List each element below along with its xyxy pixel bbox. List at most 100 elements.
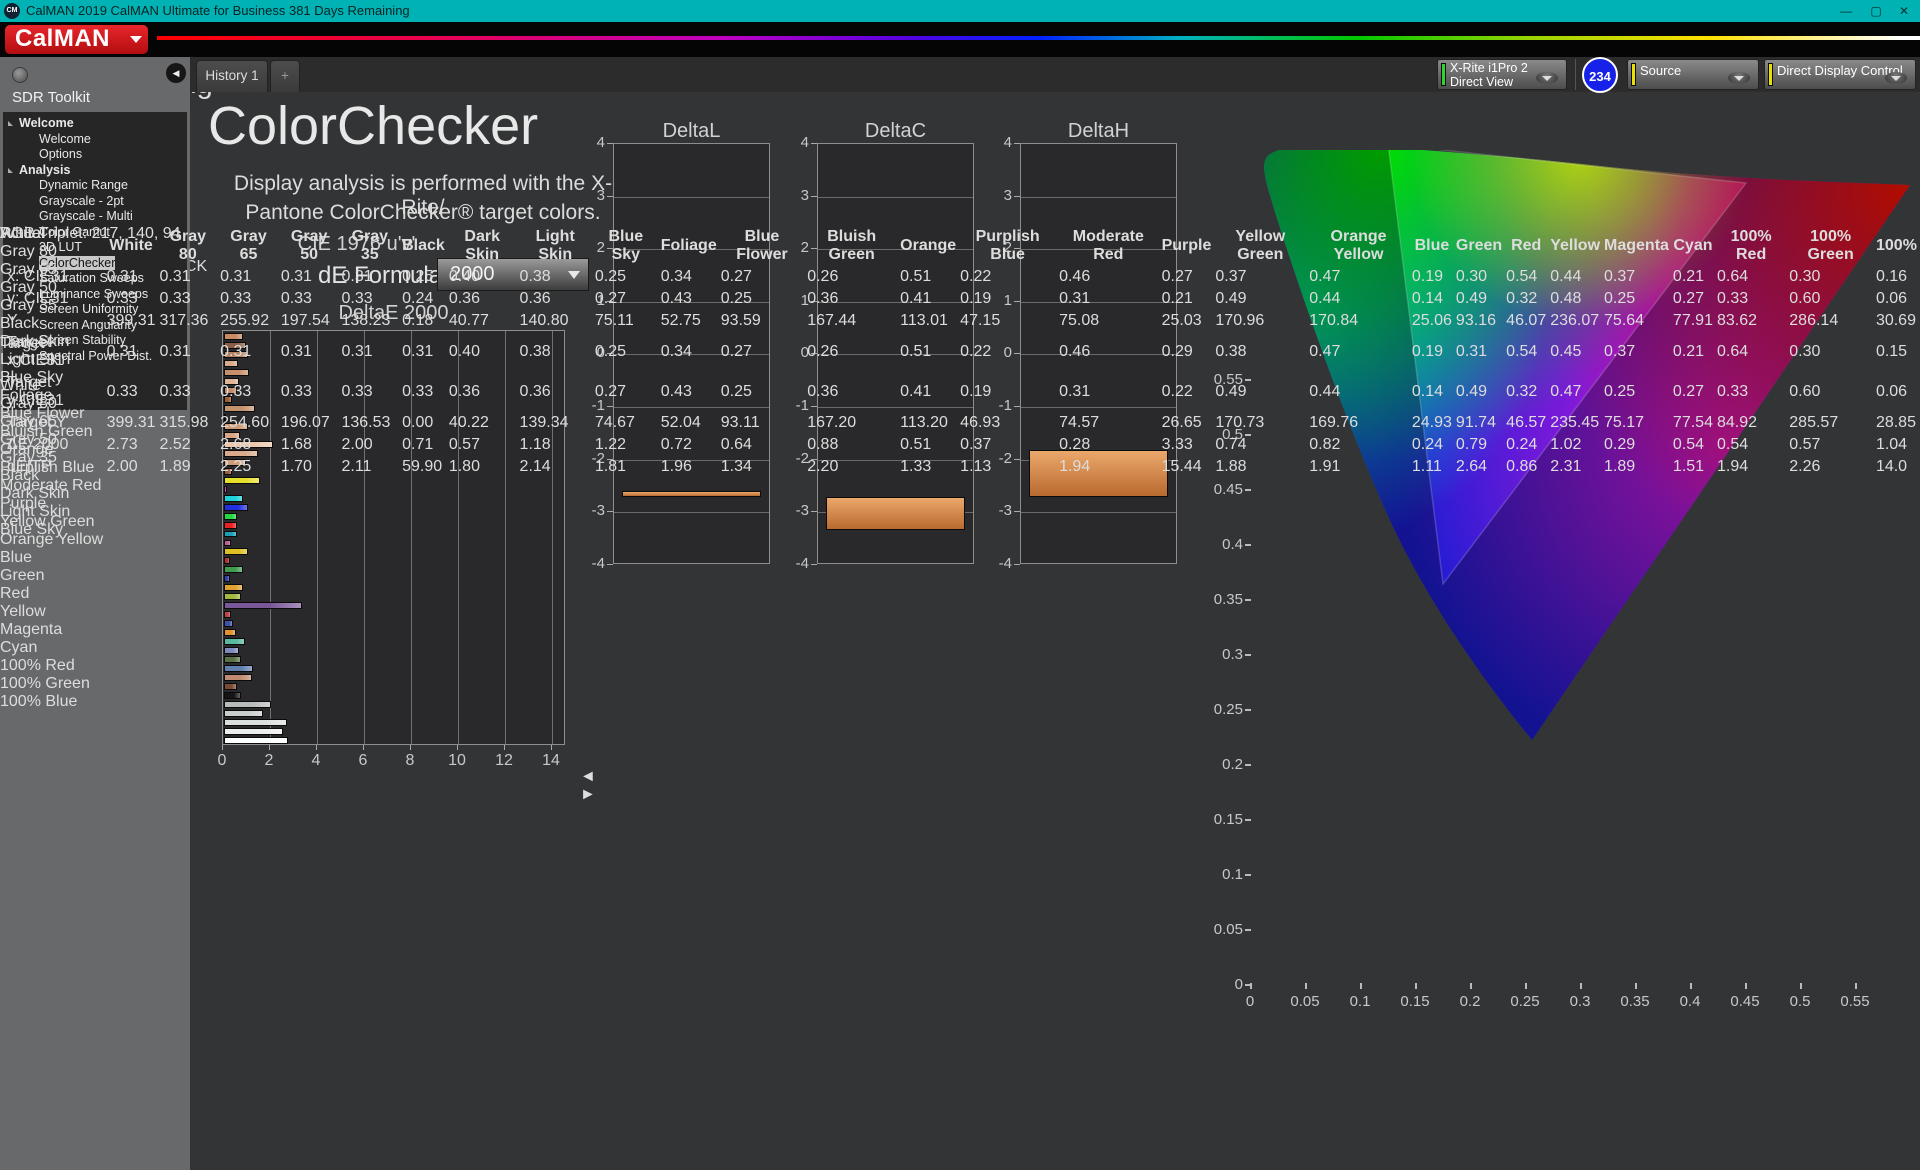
table-cell[interactable]: 1.88	[1214, 457, 1306, 477]
table-cell[interactable]: 2.25	[219, 457, 278, 477]
table-cell[interactable]: 0.36	[519, 289, 592, 309]
table-cell[interactable]: 0.19	[1411, 267, 1453, 287]
table-cell[interactable]: 0.41	[899, 373, 957, 411]
table-cell[interactable]: 47.15	[959, 311, 1056, 331]
table-cell[interactable]: 0.32	[1505, 289, 1547, 309]
table-cell[interactable]: 0.21	[1161, 289, 1213, 309]
table-cell[interactable]: 40.77	[448, 311, 517, 331]
table-cell[interactable]: 2.73	[106, 435, 157, 455]
table-cell[interactable]: 52.75	[660, 311, 718, 331]
column-header-cyan[interactable]: Cyan	[1672, 227, 1714, 265]
table-cell[interactable]: 285.57	[1788, 413, 1873, 433]
table-cell[interactable]: 0.37	[959, 435, 1056, 455]
table-cell[interactable]: 0.47	[1549, 373, 1601, 411]
table-cell[interactable]: 399.31	[106, 311, 157, 331]
table-cell[interactable]: 14.0	[1875, 457, 1918, 477]
table-cell[interactable]: 399.31	[106, 413, 157, 433]
sidebar-item-grayscale-multi[interactable]: Grayscale - Multi	[3, 209, 187, 225]
table-cell[interactable]: 0.79	[1455, 435, 1503, 455]
table-cell[interactable]: 0.24	[401, 289, 446, 309]
source-dropdown[interactable]: Source	[1627, 59, 1759, 90]
scroll-left-icon[interactable]: ◄	[580, 768, 1200, 786]
table-cell[interactable]: 77.91	[1672, 311, 1714, 331]
table-cell[interactable]: 1.34	[720, 457, 804, 477]
table-cell[interactable]: 75.17	[1603, 413, 1670, 433]
table-cell[interactable]: 0.40	[448, 267, 517, 287]
table-cell[interactable]: 170.96	[1214, 311, 1306, 331]
table-cell[interactable]: 0.31	[159, 333, 218, 371]
table-cell[interactable]: 0.19	[959, 373, 1056, 411]
table-cell[interactable]: 30.69	[1875, 311, 1918, 331]
table-cell[interactable]: 46.57	[1505, 413, 1547, 433]
table-cell[interactable]: 0.33	[219, 373, 278, 411]
table-cell[interactable]: 0.33	[159, 289, 218, 309]
table-cell[interactable]: 0.64	[1716, 267, 1786, 287]
table-cell[interactable]: 0.27	[720, 333, 804, 371]
table-cell[interactable]: 0.31	[1058, 289, 1159, 309]
table-cell[interactable]: 0.19	[1411, 333, 1453, 371]
table-cell[interactable]: 0.49	[1455, 289, 1503, 309]
table-cell[interactable]: 0.21	[1672, 333, 1714, 371]
table-cell[interactable]: 75.11	[594, 311, 658, 331]
table-cell[interactable]: 1.68	[280, 435, 339, 455]
scroll-right-icon[interactable]: ►	[580, 786, 1200, 804]
table-cell[interactable]: 1.89	[1603, 457, 1670, 477]
table-cell[interactable]: 0.64	[1716, 333, 1786, 371]
table-cell[interactable]: 0.43	[660, 289, 718, 309]
table-cell[interactable]: 0.27	[594, 289, 658, 309]
table-cell[interactable]: 2.20	[806, 457, 897, 477]
table-cell[interactable]: 0.44	[1308, 373, 1409, 411]
close-button[interactable]: ✕	[1890, 0, 1918, 22]
table-cell[interactable]: 0.36	[519, 373, 592, 411]
table-cell[interactable]: 0.54	[1505, 333, 1547, 371]
column-header-orange-yellow[interactable]: Orange Yellow	[1308, 227, 1409, 265]
table-cell[interactable]: 1.80	[448, 457, 517, 477]
table-cell[interactable]: 46.93	[959, 413, 1056, 433]
table-cell[interactable]: 0.47	[1308, 267, 1409, 287]
table-cell[interactable]: 0.36	[806, 373, 897, 411]
table-cell[interactable]: 197.54	[280, 311, 339, 331]
table-cell[interactable]: 0.64	[720, 435, 804, 455]
table-cell[interactable]: 0.31	[340, 267, 399, 287]
table-cell[interactable]: 0.37	[1603, 267, 1670, 287]
table-cell[interactable]: 0.00	[401, 413, 446, 433]
table-cell[interactable]: 0.14	[1411, 289, 1453, 309]
table-cell[interactable]: 75.08	[1058, 311, 1159, 331]
table-cell[interactable]: 1.11	[1411, 457, 1453, 477]
table-cell[interactable]: 0.16	[1875, 267, 1918, 287]
table-cell[interactable]: 0.33	[219, 289, 278, 309]
table-cell[interactable]: 170.84	[1308, 311, 1409, 331]
table-cell[interactable]: 75.64	[1603, 311, 1670, 331]
table-cell[interactable]: 0.37	[1603, 333, 1670, 371]
table-cell[interactable]: 74.67	[594, 413, 658, 433]
tab-history-1[interactable]: History 1	[196, 60, 268, 92]
add-tab-button[interactable]: +	[270, 60, 300, 92]
table-cell[interactable]: 0.33	[401, 373, 446, 411]
table-cell[interactable]: 0.25	[594, 333, 658, 371]
table-cell[interactable]: 254.60	[219, 413, 278, 433]
table-cell[interactable]: 1.22	[594, 435, 658, 455]
column-header-magenta[interactable]: Magenta	[1603, 227, 1670, 265]
table-cell[interactable]: 0.29	[1603, 435, 1670, 455]
table-cell[interactable]: 2.31	[1549, 457, 1601, 477]
table-cell[interactable]: 1.94	[1716, 457, 1786, 477]
table-cell[interactable]: 169.76	[1308, 413, 1409, 433]
table-cell[interactable]: 1.04	[1875, 435, 1918, 455]
table-cell[interactable]: 0.72	[660, 435, 718, 455]
table-cell[interactable]: 0.86	[1505, 457, 1547, 477]
table-cell[interactable]: 52.04	[660, 413, 718, 433]
column-header-orange[interactable]: Orange	[899, 227, 957, 265]
expander-icon[interactable]	[8, 121, 13, 126]
table-cell[interactable]: 1.89	[159, 457, 218, 477]
table-cell[interactable]: 0.31	[219, 333, 278, 371]
table-cell[interactable]: 0.15	[1875, 333, 1918, 371]
column-header-purplish-blue[interactable]: Purplish Blue	[959, 227, 1056, 265]
sidebar-item-grayscale-2pt[interactable]: Grayscale - 2pt	[3, 194, 187, 210]
table-cell[interactable]: 26.65	[1161, 413, 1213, 433]
table-cell[interactable]: 1.18	[519, 435, 592, 455]
table-cell[interactable]: 0.27	[594, 373, 658, 411]
table-cell[interactable]: 2.64	[1455, 457, 1503, 477]
table-cell[interactable]: 0.25	[720, 373, 804, 411]
maximize-button[interactable]: ▢	[1862, 0, 1890, 22]
table-cell[interactable]: 0.06	[1875, 373, 1918, 411]
